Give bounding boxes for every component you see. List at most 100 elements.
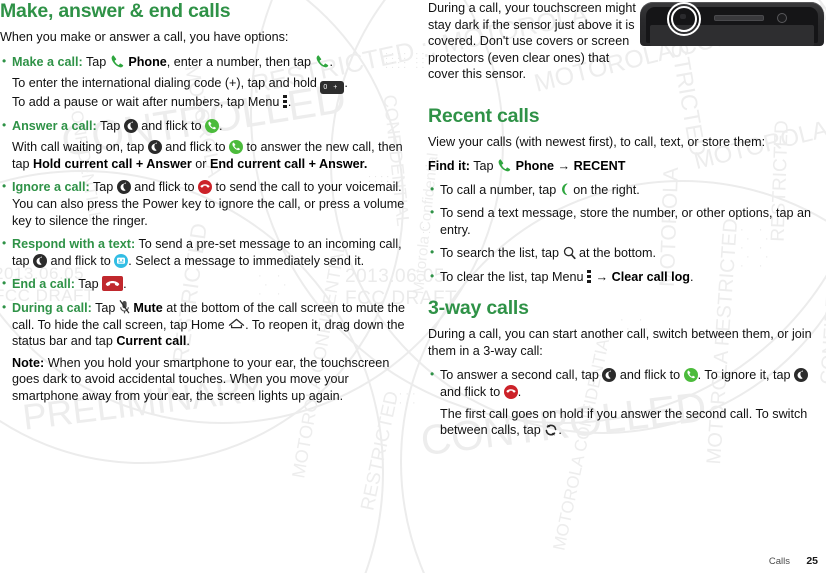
bullet-text: and flick to (141, 118, 202, 133)
overflow-menu-icon (282, 95, 288, 109)
answer-call-green-icon (683, 368, 698, 383)
list-item-end-a-call: End a call: Tap . (0, 275, 406, 293)
bullet-text: Tap (92, 180, 114, 195)
bullet-text: and flick to (619, 368, 681, 383)
find-it-arrow: → (557, 159, 571, 173)
keypad-zero-plus-icon: 0 + (320, 81, 345, 95)
left-column: Make, answer & end calls When you make o… (0, 0, 406, 412)
bullet-text: at the bottom. (579, 246, 657, 261)
bullet-text: . (186, 334, 190, 349)
sub-text: . (558, 423, 562, 438)
microphone-mute-icon (119, 300, 130, 315)
bullet-text: To clear the list, tap Menu (440, 269, 584, 284)
bullet-text: and flick to (440, 385, 501, 400)
call-grab-dark-icon (147, 140, 162, 155)
bullet-text: . (123, 277, 127, 292)
bullet-text: . To ignore it, tap (697, 368, 791, 383)
bullet-text: and flick to (134, 180, 195, 195)
find-it-line: Find it: Tap Phone → RECENT (428, 158, 826, 175)
smartphone-top-sensor-photo (640, 2, 824, 46)
make-answer-end-calls-list: Make a call: Tap Phone, enter a number, … (0, 52, 406, 405)
page-title: Make, answer & end calls (0, 0, 231, 22)
bullet-text: . Select a message to immediately send i… (128, 253, 365, 268)
list-item-respond-with-a-text: Respond with a text: To send a pre-set m… (0, 235, 406, 269)
sub-paragraph-call-waiting: With call waiting on, tap and flick to t… (12, 139, 406, 172)
intro-paragraph: When you make or answer a call, you have… (0, 30, 289, 44)
find-it-text: Tap (473, 159, 494, 173)
section-heading-3-way-calls: 3-way calls (428, 297, 529, 320)
bullet-text: Tap (99, 118, 121, 133)
note-label: Note: (12, 355, 45, 370)
bullet-text: Tap (95, 301, 116, 316)
sub-bold-end-current-call: End current call + Answer (209, 156, 364, 171)
bullet-text: . (329, 54, 334, 69)
clear-list-arrow: → (595, 269, 609, 284)
bullet-text: , enter a number, then tap (166, 54, 312, 69)
sub-text: and flick to (165, 140, 226, 155)
call-grab-dark-icon (33, 253, 48, 268)
sub-text: . (344, 76, 348, 91)
call-grab-dark-icon (602, 368, 617, 383)
call-grab-dark-icon (794, 368, 809, 383)
list-item-during-a-call: During a call: Tap Mute at the bottom of… (0, 299, 406, 405)
list-item-make-a-call: Make a call: Tap Phone, enter a number, … (0, 52, 406, 111)
ignore-call-red-icon (197, 180, 212, 195)
sensor-note-paragraph: During a call, your touchscreen might st… (428, 1, 636, 81)
sub-text: or (195, 156, 207, 171)
bullet-bold-phone: Phone (128, 54, 167, 69)
bullet-text: To answer a second call, tap (440, 368, 599, 383)
bullet-lead-answer-a-call: Answer a call: (12, 118, 97, 133)
bullet-text: Tap (86, 54, 107, 69)
call-grab-dark-icon (116, 180, 131, 195)
ignore-call-red-icon (503, 385, 518, 400)
list-item-send-text-store-number: To send a text message, store the number… (428, 204, 826, 238)
note-paragraph: Note: When you hold your smartphone to y… (12, 355, 406, 405)
phone-handset-green-icon (110, 54, 125, 69)
phone-handset-green-icon (497, 158, 512, 173)
sub-text: . (287, 95, 292, 110)
list-item-answer-a-call: Answer a call: Tap and flick to . With c… (0, 117, 406, 173)
bullet-text: To send a text message, store the number… (440, 206, 812, 237)
right-column: During a call, your touchscreen might st… (428, 0, 826, 446)
answer-call-green-icon (229, 140, 243, 155)
bullet-text: on the right. (573, 182, 640, 197)
call-grab-dark-icon (123, 118, 138, 133)
find-it-bold-recent: RECENT (573, 159, 626, 173)
overflow-menu-icon (587, 269, 592, 283)
page-number: 25 (806, 555, 818, 567)
sensor-highlight-inner-ring (671, 6, 697, 32)
phone-handset-green-icon (315, 54, 330, 69)
bullet-text: . (219, 118, 223, 133)
sub-bold-hold-current-call: Hold current call + Answer (33, 156, 192, 171)
search-icon (563, 246, 576, 260)
home-icon (228, 318, 245, 330)
bullet-lead-ignore-a-call: Ignore a call: (12, 180, 90, 195)
list-item-search-the-list: To search the list, tap at the bottom. (428, 244, 826, 262)
footer-section-label: Calls (768, 556, 790, 567)
section-heading-recent-calls: Recent calls (428, 104, 540, 127)
recent-calls-intro: View your calls (with newest first), to … (428, 134, 766, 149)
manual-page: RESTRICTED :: MOTOROLA CONTROLLED MOTORO… (0, 0, 826, 573)
recent-calls-list: To call a number, tap on the right. To s… (428, 181, 826, 286)
sub-text: . (363, 156, 368, 171)
list-item-ignore-a-call: Ignore a call: Tap and flick to to send … (0, 178, 406, 229)
find-it-bold-phone: Phone (515, 159, 555, 173)
earpiece-speaker (714, 15, 764, 21)
list-item-clear-the-list: To clear the list, tap Menu → Clear call… (428, 268, 826, 286)
sub-text: The first call goes on hold if you answe… (440, 406, 808, 438)
note-text: When you hold your smartphone to your ea… (12, 355, 390, 403)
bullet-lead-during-a-call: During a call: (12, 301, 92, 316)
bullet-text: To search the list, tap (440, 246, 560, 261)
end-call-red-icon (102, 276, 124, 292)
sub-paragraph-switch-calls: The first call goes on hold if you answe… (440, 406, 826, 439)
bullet-text: . (690, 269, 694, 284)
bullet-text: . (517, 385, 522, 400)
bullet-text: and flick to (50, 253, 111, 268)
bullet-bold-clear-call-log: Clear call log (611, 269, 690, 284)
bullet-lead-make-a-call: Make a call: (12, 54, 83, 69)
three-way-calls-list: To answer a second call, tap and flick t… (428, 366, 826, 439)
list-item-answer-second-call: To answer a second call, tap and flick t… (428, 366, 826, 439)
switch-calls-icon (544, 423, 558, 437)
message-reply-cyan-icon (114, 253, 129, 268)
bullet-lead-end-a-call: End a call: (12, 277, 75, 292)
